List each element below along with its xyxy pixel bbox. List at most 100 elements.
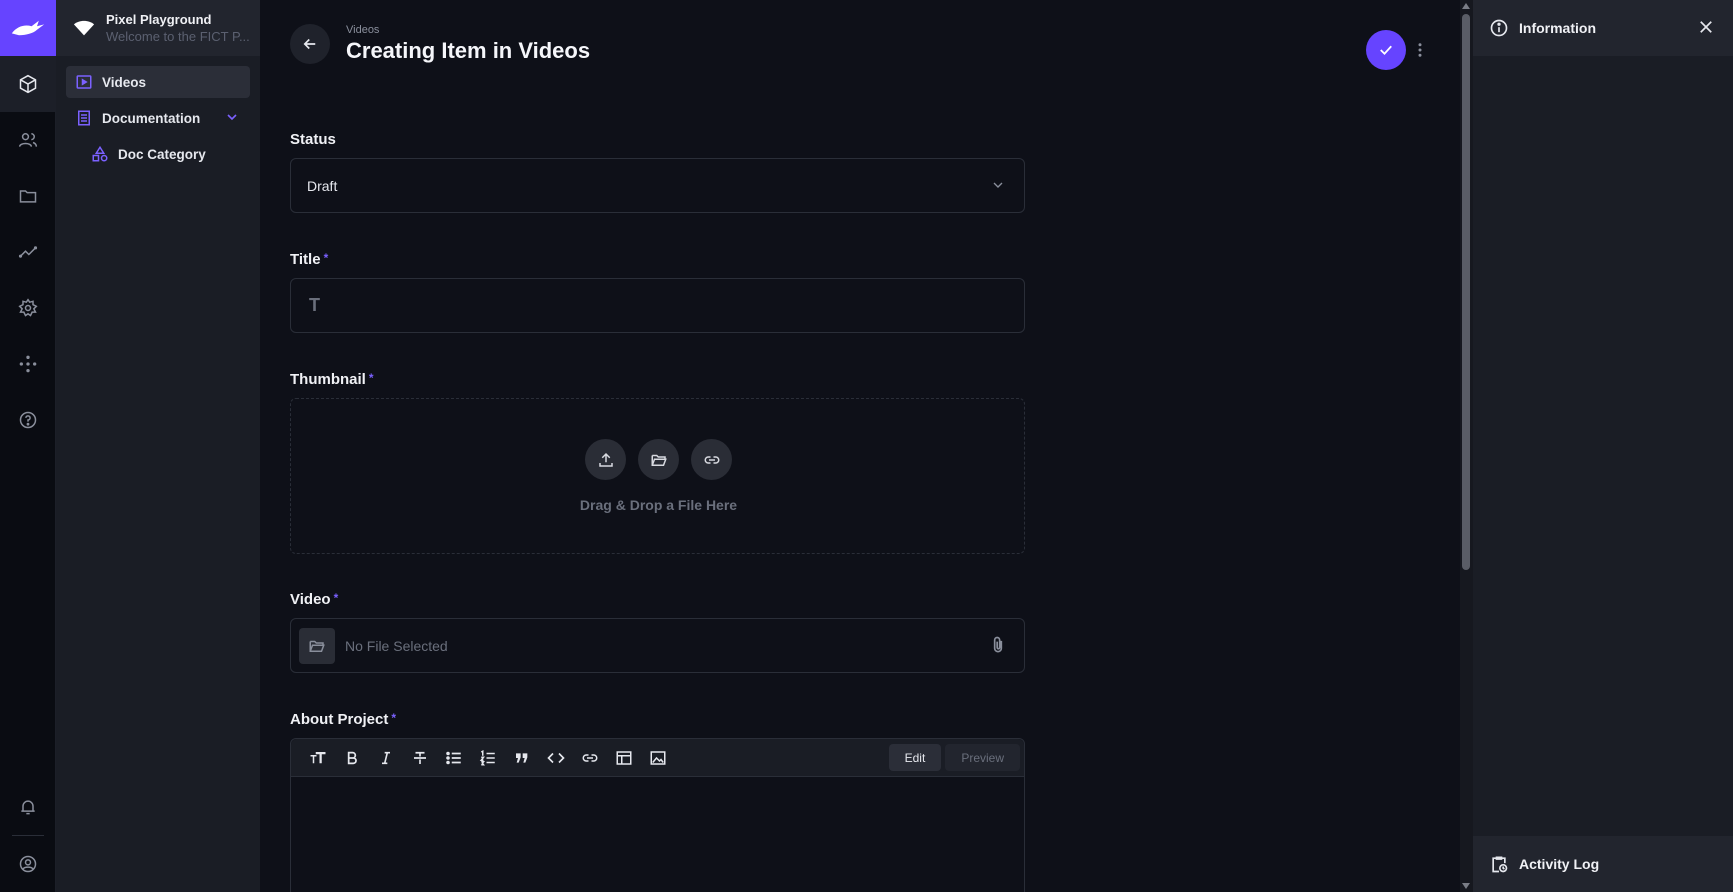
quote-icon (516, 752, 528, 763)
upload-icon (598, 452, 613, 467)
video-file-input[interactable]: No File Selected (290, 618, 1025, 673)
shapes-icon (90, 144, 110, 164)
preview-mode-button[interactable]: Preview (945, 744, 1020, 771)
drop-instructions: Drag & Drop a File Here (579, 497, 738, 513)
information-title: Information (1519, 20, 1596, 36)
markdown-editor: Edit Preview (290, 738, 1025, 892)
import-from-url-button[interactable] (691, 439, 732, 480)
paperclip-icon[interactable] (988, 635, 1008, 660)
icon-rail (0, 0, 56, 892)
back-button[interactable] (290, 24, 330, 64)
image-icon (650, 750, 666, 765)
title-input[interactable]: T (290, 278, 1025, 333)
insights-icon (18, 246, 38, 258)
numbered-list-button[interactable] (471, 743, 505, 773)
required-marker: * (368, 371, 374, 385)
main-scrollbar[interactable] (1460, 0, 1473, 892)
folder-open-icon (309, 640, 325, 652)
cube-icon (19, 74, 37, 94)
diamond-dots-icon (19, 355, 37, 373)
users-module-button[interactable] (0, 112, 56, 168)
nav-item-videos[interactable]: Videos (66, 66, 250, 98)
required-marker: * (333, 591, 339, 605)
page-title: Creating Item in Videos (346, 38, 591, 63)
more-vertical-icon (1418, 43, 1422, 57)
close-button[interactable] (1697, 18, 1715, 41)
status-label: Status (290, 131, 336, 148)
code-icon (547, 752, 565, 763)
bullet-list-button[interactable] (437, 743, 471, 773)
activity-log-label: Activity Log (1519, 856, 1600, 872)
project-text: Pixel Playground Welcome to the FICT P..… (106, 12, 250, 44)
editor-toolbar: Edit Preview (291, 739, 1024, 777)
activity-log-button[interactable]: Activity Log (1473, 836, 1733, 892)
insights-module-button[interactable] (0, 224, 56, 280)
choose-from-library-button[interactable] (638, 439, 679, 480)
text-type-icon: T (309, 295, 320, 315)
nav-item-label: Doc Category (118, 146, 206, 162)
scroll-thumb[interactable] (1462, 14, 1470, 570)
title-block: Videos Creating Item in Videos (346, 24, 590, 64)
link-button[interactable] (573, 743, 607, 773)
scroll-up-arrow[interactable] (1462, 3, 1470, 9)
chevron-down-icon[interactable] (224, 109, 240, 128)
table-icon (616, 750, 632, 765)
chevron-down-icon (990, 177, 1006, 196)
thumbnail-dropzone[interactable]: Drag & Drop a File Here (290, 398, 1025, 554)
bold-button[interactable] (335, 743, 369, 773)
marketplace-module-button[interactable] (0, 336, 56, 392)
user-profile-button[interactable] (0, 836, 56, 892)
files-module-button[interactable] (0, 168, 56, 224)
browse-files-button[interactable] (299, 627, 335, 664)
folder-icon (19, 190, 37, 203)
video-label: Video * (290, 591, 339, 608)
nav-item-documentation[interactable]: Documentation (66, 102, 250, 134)
more-options-button[interactable] (1412, 38, 1428, 62)
title-label: Title * (290, 251, 329, 268)
project-description: Welcome to the FICT P... (106, 29, 250, 44)
project-header[interactable]: Pixel Playground Welcome to the FICT P..… (56, 0, 260, 56)
help-icon (19, 411, 37, 429)
link-icon (704, 455, 719, 464)
navigation-panel: Pixel Playground Welcome to the FICT P..… (56, 0, 260, 892)
rabbit-logo-icon (11, 20, 45, 36)
required-marker: * (323, 251, 329, 265)
code-button[interactable] (539, 743, 573, 773)
content-module-button[interactable] (0, 56, 56, 112)
project-name: Pixel Playground (106, 12, 212, 27)
bell-icon (21, 800, 35, 815)
settings-module-button[interactable] (0, 280, 56, 336)
check-icon (1380, 45, 1392, 56)
scroll-down-arrow[interactable] (1462, 883, 1470, 889)
upload-file-button[interactable] (585, 439, 626, 480)
strikethrough-button[interactable] (403, 743, 437, 773)
blockquote-button[interactable] (505, 743, 539, 773)
edit-mode-button[interactable]: Edit (888, 744, 942, 771)
information-sidebar: Information Activity Log (1473, 0, 1733, 892)
users-icon (18, 133, 38, 147)
italic-icon (382, 751, 390, 764)
strikethrough-icon (414, 751, 426, 764)
image-button[interactable] (641, 743, 675, 773)
heading-button[interactable] (301, 743, 335, 773)
collection-list: Videos Documentation Doc Category (56, 56, 260, 184)
folder-open-icon (651, 454, 667, 466)
help-button[interactable] (0, 392, 56, 448)
editor-mode-toggle: Edit Preview (888, 744, 1020, 771)
nav-item-doc-category[interactable]: Doc Category (66, 138, 250, 170)
clipboard-clock-icon (1489, 854, 1509, 874)
breadcrumb[interactable]: Videos (346, 24, 590, 36)
nav-item-label: Documentation (102, 110, 201, 126)
document-icon (74, 108, 94, 128)
information-header[interactable]: Information (1473, 0, 1733, 56)
table-button[interactable] (607, 743, 641, 773)
app-logo[interactable] (0, 0, 56, 56)
page-header: Videos Creating Item in Videos (290, 24, 590, 64)
italic-button[interactable] (369, 743, 403, 773)
text-size-icon (310, 751, 326, 763)
notifications-button[interactable] (0, 779, 56, 835)
save-button[interactable] (1366, 30, 1406, 70)
status-select[interactable]: Draft (290, 158, 1025, 213)
thumbnail-label: Thumbnail * (290, 371, 374, 388)
video-collection-icon (74, 72, 94, 92)
